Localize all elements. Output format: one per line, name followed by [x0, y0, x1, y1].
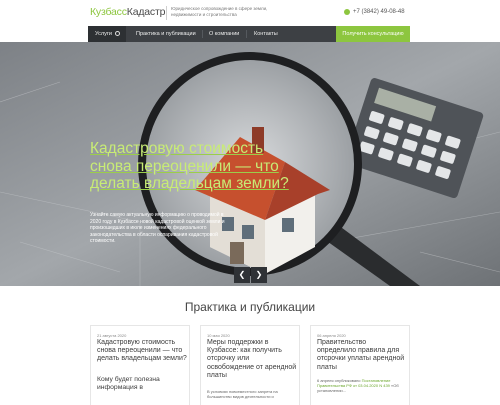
card-date: 06 апреля 2020	[317, 333, 346, 338]
nav-divider	[202, 30, 203, 38]
slider-prev-button[interactable]: ❮	[234, 267, 250, 283]
card-subtitle: Кому будет полезна информация в	[97, 376, 160, 392]
logo-part-2: Кадастр	[126, 6, 166, 18]
hero-slider: Кадастровую стоимость снова переоценили …	[0, 42, 500, 286]
main-nav: Услуги Практика и публикации О компании …	[88, 26, 410, 42]
card-excerpt: В условиях повсеместного запрета на боль…	[207, 389, 278, 400]
clock-icon	[114, 31, 120, 37]
site-header: КузбассКадастр Юридическое сопровождение…	[0, 0, 500, 26]
logo-part-1: Кузбасс	[90, 6, 127, 18]
phone-number: +7 (3842) 49-08-48	[353, 9, 405, 15]
site-logo[interactable]: КузбассКадастр	[90, 6, 165, 18]
slider-next-button[interactable]: ❯	[251, 267, 267, 283]
nav-item-practice[interactable]: Практика и публикации	[136, 26, 196, 42]
hero-title-link[interactable]: Кадастровую стоимость снова переоценили …	[90, 140, 305, 193]
logo-divider	[166, 6, 167, 20]
publication-card[interactable]: 21 августа 2020 Кадастровую стоимость сн…	[90, 325, 190, 405]
get-consultation-button[interactable]: Получить консультацию	[336, 26, 410, 42]
site-tagline: Юридическое сопровождение в сфере земли,…	[171, 6, 268, 17]
card-title[interactable]: Кадастровую стоимость снова переоценили …	[97, 339, 187, 364]
nav-item-contacts[interactable]: Контакты	[254, 26, 278, 42]
header-phone[interactable]: +7 (3842) 49-08-48	[344, 9, 405, 15]
nav-divider	[246, 30, 247, 38]
nav-item-about[interactable]: О компании	[209, 26, 239, 42]
card-date: 10 мая 2020	[207, 333, 230, 338]
nav-item-services[interactable]: Услуги	[88, 26, 126, 42]
phone-icon	[344, 9, 350, 15]
card-title[interactable]: Меры поддержки в Кузбассе: как получить …	[207, 339, 297, 380]
card-excerpt: 6 апреля опубликовано Постановление Прав…	[317, 378, 409, 394]
practice-section-title: Практика и публикации	[184, 300, 316, 314]
hero-description: Узнайте самую актуальную информацию о пр…	[90, 212, 225, 244]
card-date: 21 августа 2020	[97, 333, 127, 338]
card-title[interactable]: Правительство определило правила для отс…	[317, 339, 407, 372]
publication-card[interactable]: 10 мая 2020 Меры поддержки в Кузбассе: к…	[200, 325, 300, 405]
nav-item-label: Услуги	[95, 31, 112, 37]
publication-card[interactable]: 06 апреля 2020 Правительство определило …	[310, 325, 410, 405]
